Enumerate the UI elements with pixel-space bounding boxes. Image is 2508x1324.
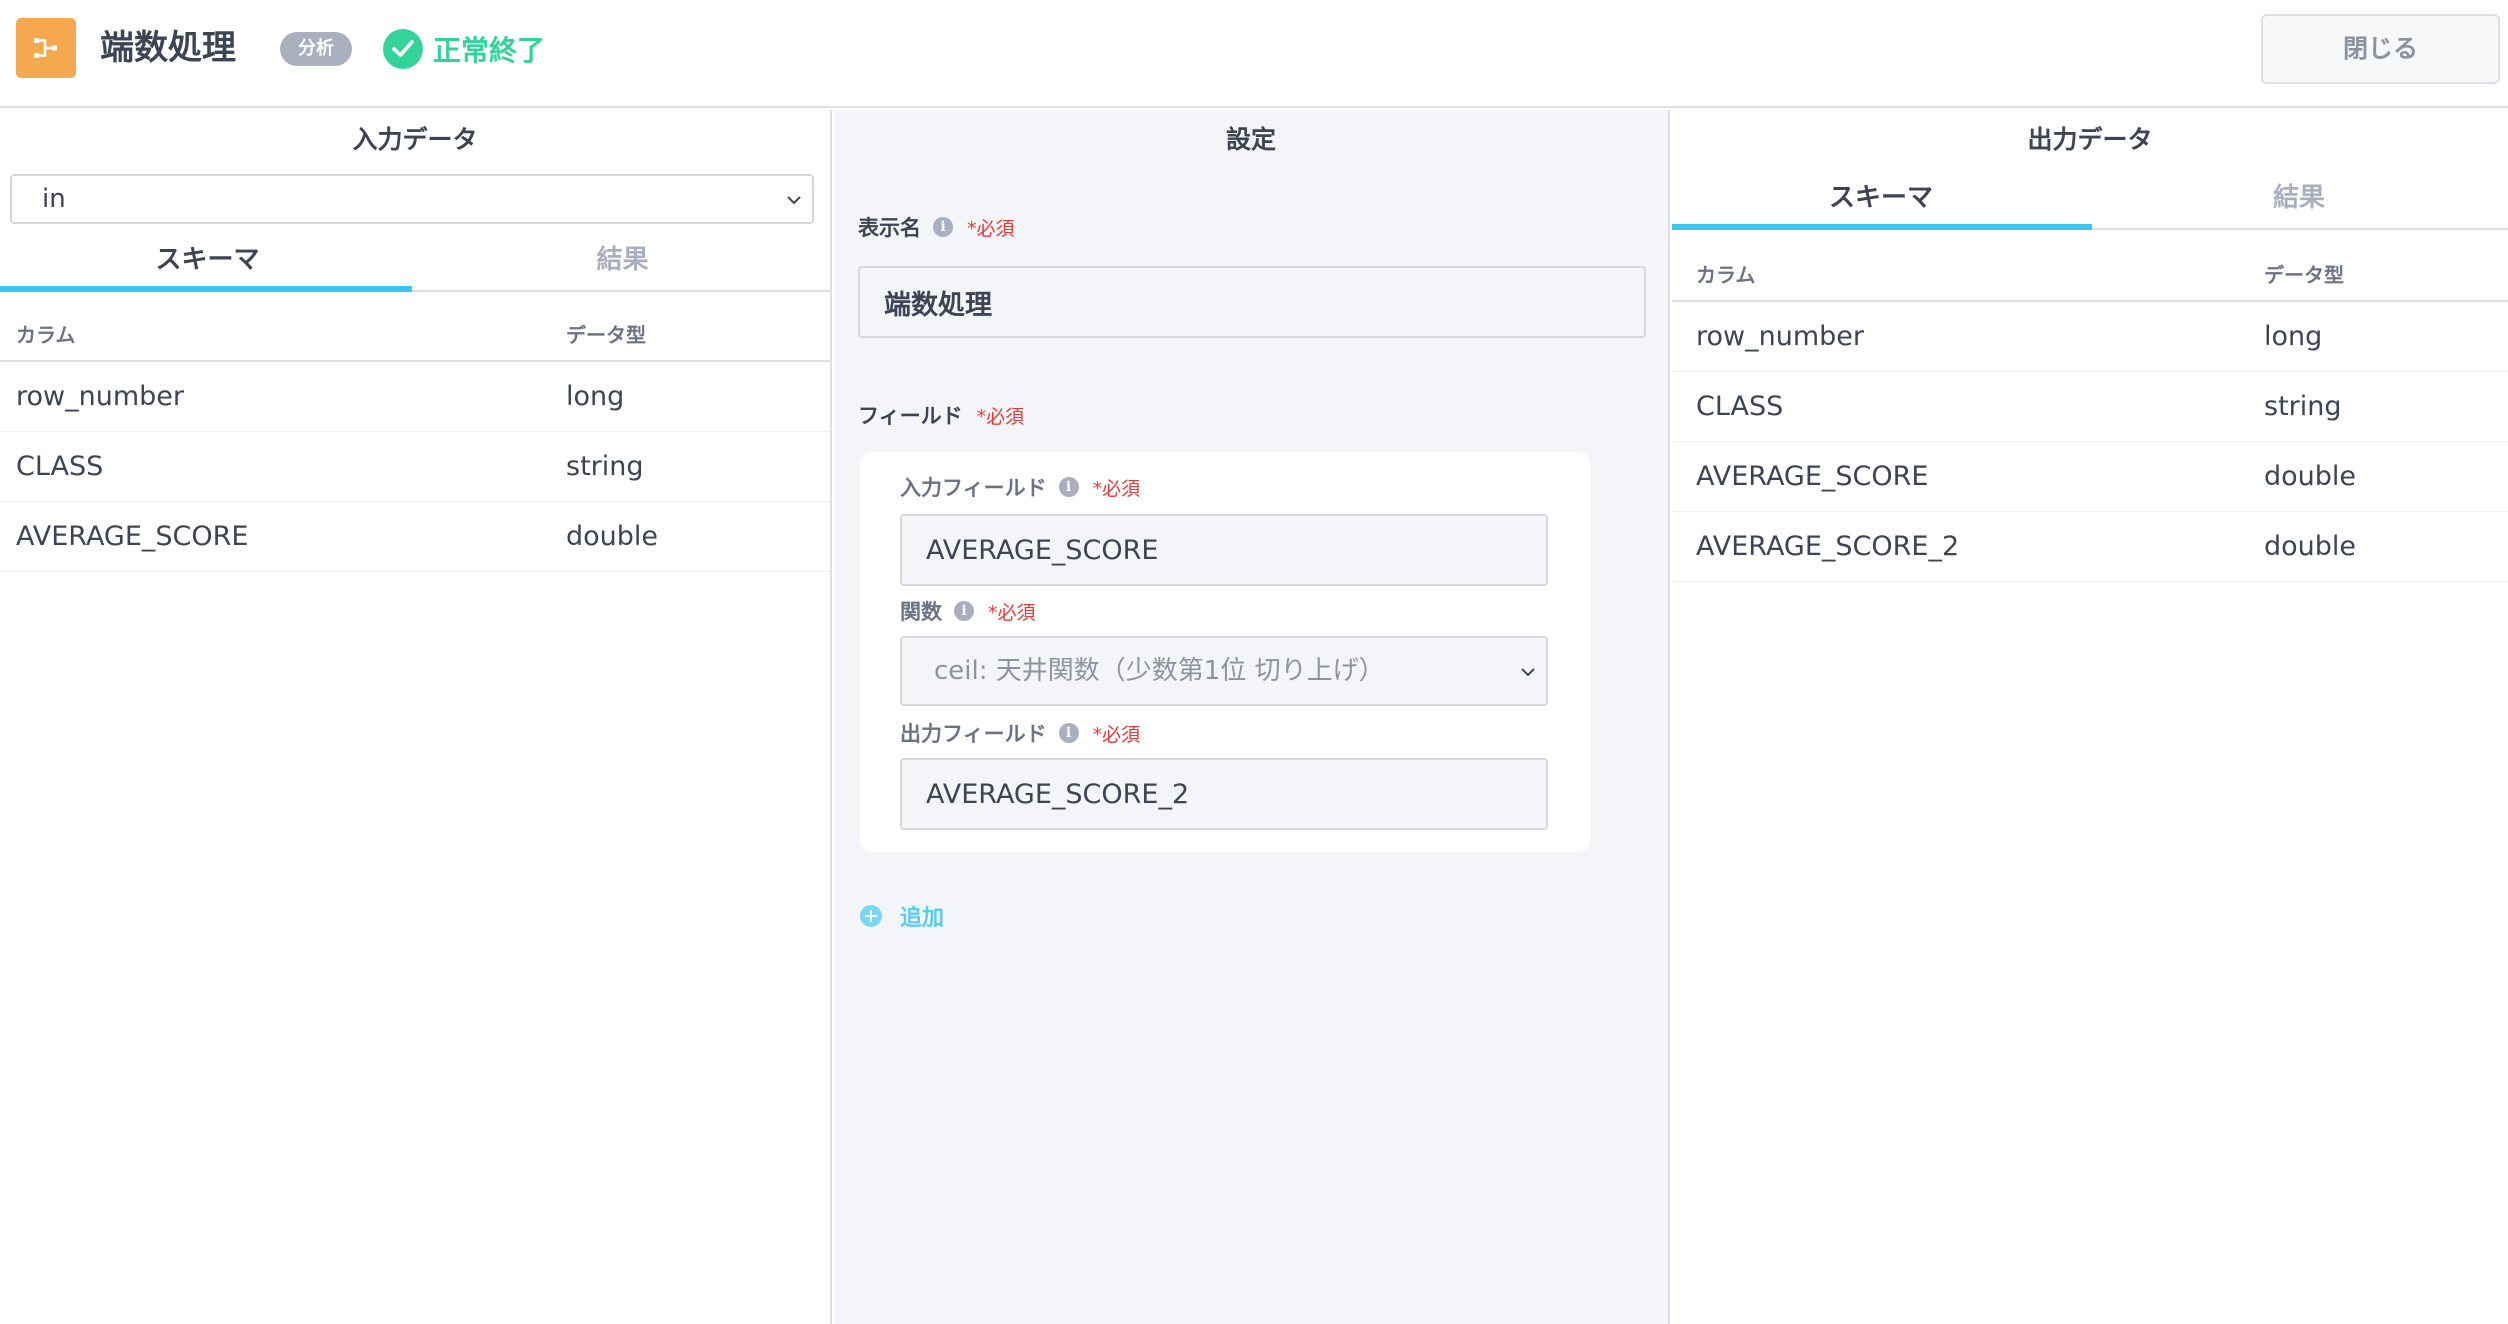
input-field-label: 入力フィールド i *必須 [900, 472, 1140, 502]
table-row: CLASS string [0, 432, 830, 502]
output-field-label: 出力フィールド i *必須 [900, 718, 1140, 748]
table-row: CLASS string [1672, 372, 2508, 442]
active-tab-indicator [1672, 224, 2092, 230]
row-column-type: double [566, 521, 659, 552]
table-row: row_number long [0, 362, 830, 432]
row-column-type: string [566, 451, 644, 482]
chevron-down-icon [1521, 668, 1535, 677]
category-badge: 分析 [280, 32, 352, 66]
tab-input-result[interactable]: 結果 [415, 232, 830, 292]
table-row: AVERAGE_SCORE double [1672, 442, 2508, 512]
row-column-name: row_number [1696, 321, 1864, 352]
info-icon[interactable]: i [1058, 723, 1079, 743]
required-marker: *必須 [988, 601, 1036, 624]
input-source-select[interactable]: in [10, 174, 814, 224]
row-column-name: AVERAGE_SCORE [1696, 461, 1929, 492]
plus-circle-icon [860, 905, 882, 927]
function-label: 関数 i *必須 [900, 596, 1036, 626]
fields-label: フィールド *必須 [858, 400, 1024, 430]
status-text: 正常終了 [433, 34, 546, 67]
table-row: AVERAGE_SCORE_2 double [1672, 512, 2508, 582]
output-table-header: カラム データ型 [1672, 244, 2508, 302]
chevron-down-icon [787, 196, 801, 205]
output-panel-title: 出力データ [2027, 125, 2153, 154]
table-row: AVERAGE_SCORE double [0, 502, 830, 572]
required-marker: *必須 [976, 405, 1025, 428]
settings-panel-title: 設定 [1225, 125, 1276, 154]
close-button[interactable]: 閉じる [2261, 14, 2500, 84]
tab-output-result[interactable]: 結果 [2090, 170, 2508, 230]
row-column-name: AVERAGE_SCORE [16, 521, 249, 552]
header: 端数処理 分析 正常終了 閉じる [0, 0, 2508, 108]
input-source-value: in [42, 184, 66, 214]
info-icon[interactable]: i [1058, 477, 1079, 497]
output-field-input[interactable] [900, 758, 1548, 830]
input-tabs: スキーマ 結果 [0, 232, 830, 292]
column-header-type: データ型 [566, 323, 646, 347]
check-circle-icon [383, 29, 423, 69]
function-select-value: ceil: 天井関数（少数第1位 切り上げ） [934, 656, 1385, 686]
tab-input-schema[interactable]: スキーマ [0, 232, 415, 292]
input-field-input[interactable] [900, 514, 1548, 586]
input-table-header: カラム データ型 [0, 304, 830, 362]
row-column-name: CLASS [16, 451, 104, 482]
row-column-name: CLASS [1696, 391, 1784, 422]
input-panel-title: 入力データ [352, 125, 478, 154]
row-column-type: string [2264, 391, 2342, 422]
required-marker: *必須 [1092, 723, 1141, 746]
row-column-name: AVERAGE_SCORE_2 [1696, 531, 1960, 562]
row-column-type: double [2264, 531, 2357, 562]
active-tab-indicator [0, 286, 412, 292]
status-indicator: 正常終了 [383, 28, 545, 70]
row-column-type: long [2264, 321, 2323, 352]
field-rule-card: 入力フィールド i *必須 関数 i *必須 ceil: 天井関数（少数第1位 … [860, 452, 1590, 852]
display-name-label: 表示名 i *必須 [858, 212, 1015, 242]
output-data-panel: 出力データ スキーマ 結果 カラム データ型 row_number long C… [1672, 110, 2508, 1324]
display-name-input[interactable] [858, 266, 1646, 338]
function-select[interactable]: ceil: 天井関数（少数第1位 切り上げ） [900, 636, 1548, 706]
required-marker: *必須 [967, 217, 1015, 240]
info-icon[interactable]: i [933, 217, 953, 237]
input-data-panel: 入力データ in スキーマ 結果 カラム データ型 row_number lon… [0, 110, 832, 1324]
add-field-button[interactable]: 追加 [860, 900, 944, 932]
row-column-type: double [2264, 461, 2357, 492]
table-row: row_number long [1672, 302, 2508, 372]
column-header-name: カラム [16, 323, 76, 347]
node-type-icon [16, 18, 76, 78]
required-marker: *必須 [1092, 477, 1141, 500]
info-icon[interactable]: i [954, 601, 974, 621]
column-header-type: データ型 [2264, 263, 2344, 287]
row-column-type: long [566, 381, 625, 412]
add-field-label: 追加 [900, 906, 945, 931]
settings-panel: 設定 表示名 i *必須 フィールド *必須 入力フィールド i *必須 関数 … [834, 110, 1670, 1324]
page-title: 端数処理 [100, 28, 236, 68]
tab-output-schema[interactable]: スキーマ [1672, 170, 2090, 230]
output-tabs: スキーマ 結果 [1672, 170, 2508, 230]
row-column-name: row_number [16, 381, 184, 412]
column-header-name: カラム [1696, 263, 1756, 287]
